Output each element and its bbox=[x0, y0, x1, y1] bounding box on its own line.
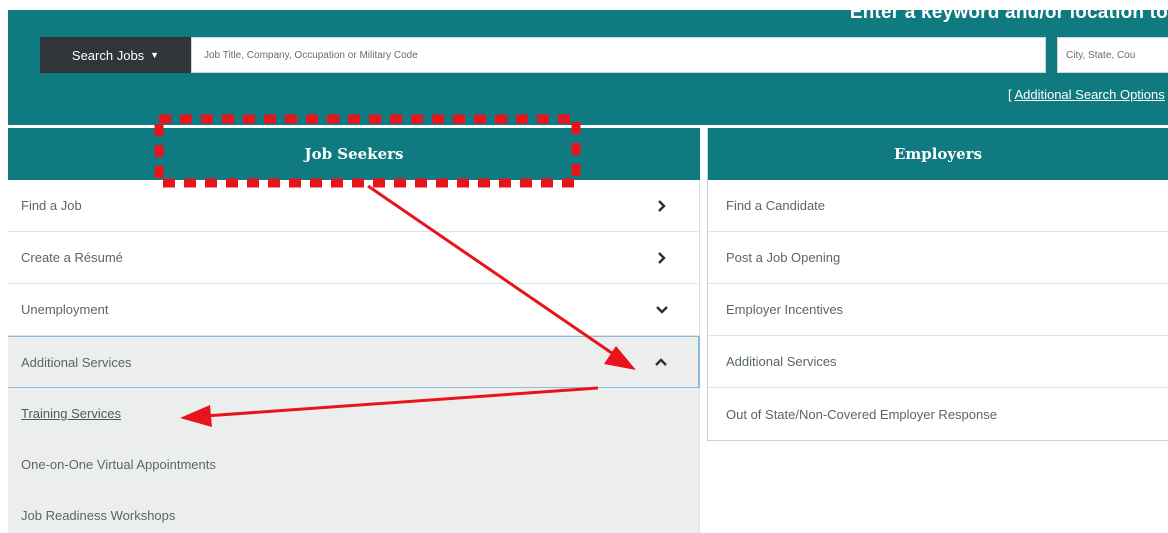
employers-item-out-of-state-response[interactable]: Out of State/Non-Covered Employer Respon… bbox=[708, 388, 1168, 440]
job-seekers-item-label: Create a Résumé bbox=[21, 250, 123, 265]
employers-column: Employers Find a Candidate Post a Job Op… bbox=[707, 128, 1168, 441]
employers-item-post-job[interactable]: Post a Job Opening bbox=[708, 232, 1168, 284]
employers-item-incentives[interactable]: Employer Incentives bbox=[708, 284, 1168, 336]
submenu-item-readiness-workshops[interactable]: Job Readiness Workshops bbox=[8, 490, 699, 533]
search-band: Enter a keyword and/or location to Searc… bbox=[8, 2, 1168, 125]
employers-item-find-candidate[interactable]: Find a Candidate bbox=[708, 180, 1168, 232]
search-type-label: Search Jobs bbox=[71, 47, 145, 63]
search-tagline: Enter a keyword and/or location to bbox=[849, 2, 1168, 23]
submenu-item-virtual-appointments[interactable]: One-on-One Virtual Appointments bbox=[8, 439, 699, 490]
caret-down-icon: ▼ bbox=[150, 49, 160, 60]
job-seekers-item-label: Unemployment bbox=[21, 302, 109, 317]
submenu-item-training-services[interactable]: Training Services bbox=[8, 388, 699, 439]
page: Enter a keyword and/or location to Searc… bbox=[0, 0, 1168, 533]
job-seekers-item-label: Additional Services bbox=[21, 354, 132, 370]
additional-search-options: [ Additional Search Options ] bbox=[1008, 87, 1168, 102]
search-type-dropdown[interactable]: Search Jobs ▼ bbox=[40, 37, 191, 73]
chevron-right-icon bbox=[655, 199, 669, 213]
additional-services-submenu: Training Services One-on-One Virtual App… bbox=[8, 388, 700, 533]
job-seekers-item-label: Find a Job bbox=[21, 198, 82, 213]
job-seekers-item-create-resume[interactable]: Create a Résumé bbox=[8, 232, 700, 284]
job-seekers-column: Job Seekers Find a Job Create a Résumé U… bbox=[8, 128, 700, 533]
job-seekers-item-unemployment[interactable]: Unemployment bbox=[8, 284, 700, 336]
keyword-search-input[interactable] bbox=[191, 37, 1046, 73]
chevron-up-icon bbox=[654, 355, 668, 369]
chevron-right-icon bbox=[655, 251, 669, 265]
employers-header[interactable]: Employers bbox=[708, 128, 1168, 180]
additional-search-options-link[interactable]: Additional Search Options bbox=[1014, 87, 1164, 102]
chevron-down-icon bbox=[655, 303, 669, 317]
job-seekers-item-additional-services[interactable]: Additional Services bbox=[8, 336, 700, 388]
job-seekers-item-find-a-job[interactable]: Find a Job bbox=[8, 180, 700, 232]
employers-item-additional-services[interactable]: Additional Services bbox=[708, 336, 1168, 388]
job-seekers-header[interactable]: Job Seekers bbox=[8, 128, 700, 180]
location-search-input[interactable] bbox=[1057, 37, 1168, 73]
